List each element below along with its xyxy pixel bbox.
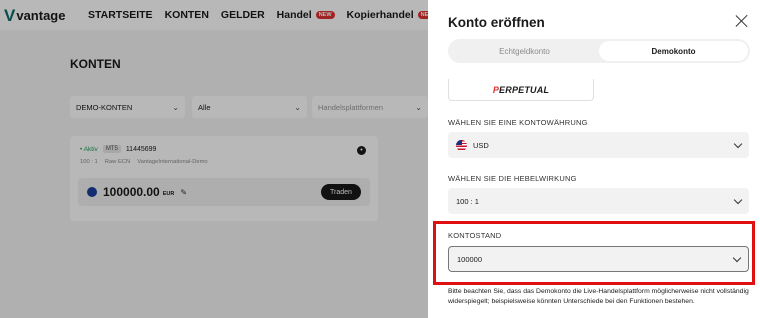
currency-label: WÄHLEN SIE EINE KONTOWÄHRUNG: [448, 118, 588, 127]
platform-option-perpetual[interactable]: PERPETUAL: [448, 79, 594, 101]
chevron-down-icon: [733, 139, 743, 148]
close-icon[interactable]: [735, 14, 749, 28]
leverage-label: WÄHLEN SIE DIE HEBELWIRKUNG: [448, 174, 577, 183]
tab-echtgeldkonto[interactable]: Echtgeldkonto: [450, 41, 599, 61]
currency-value: USD: [473, 140, 489, 150]
logo-rest: ERPETUAL: [499, 84, 550, 95]
us-flag-icon: [456, 139, 467, 151]
demo-disclaimer: Bitte beachten Sie, dass das Demokonto d…: [448, 288, 749, 305]
currency-select[interactable]: USD: [448, 132, 749, 158]
account-type-tabs: Echtgeldkonto Demokonto: [448, 39, 750, 63]
tab-demokonto[interactable]: Demokonto: [599, 41, 748, 61]
chevron-down-icon: [733, 195, 743, 204]
drawer-title: Konto eröffnen: [448, 15, 545, 30]
highlight-annotation: [433, 221, 755, 285]
leverage-select[interactable]: 100 : 1: [448, 188, 749, 214]
perpetual-logo: PERPETUAL: [493, 85, 549, 95]
leverage-value: 100 : 1: [456, 196, 479, 206]
modal-overlay[interactable]: [0, 0, 428, 318]
